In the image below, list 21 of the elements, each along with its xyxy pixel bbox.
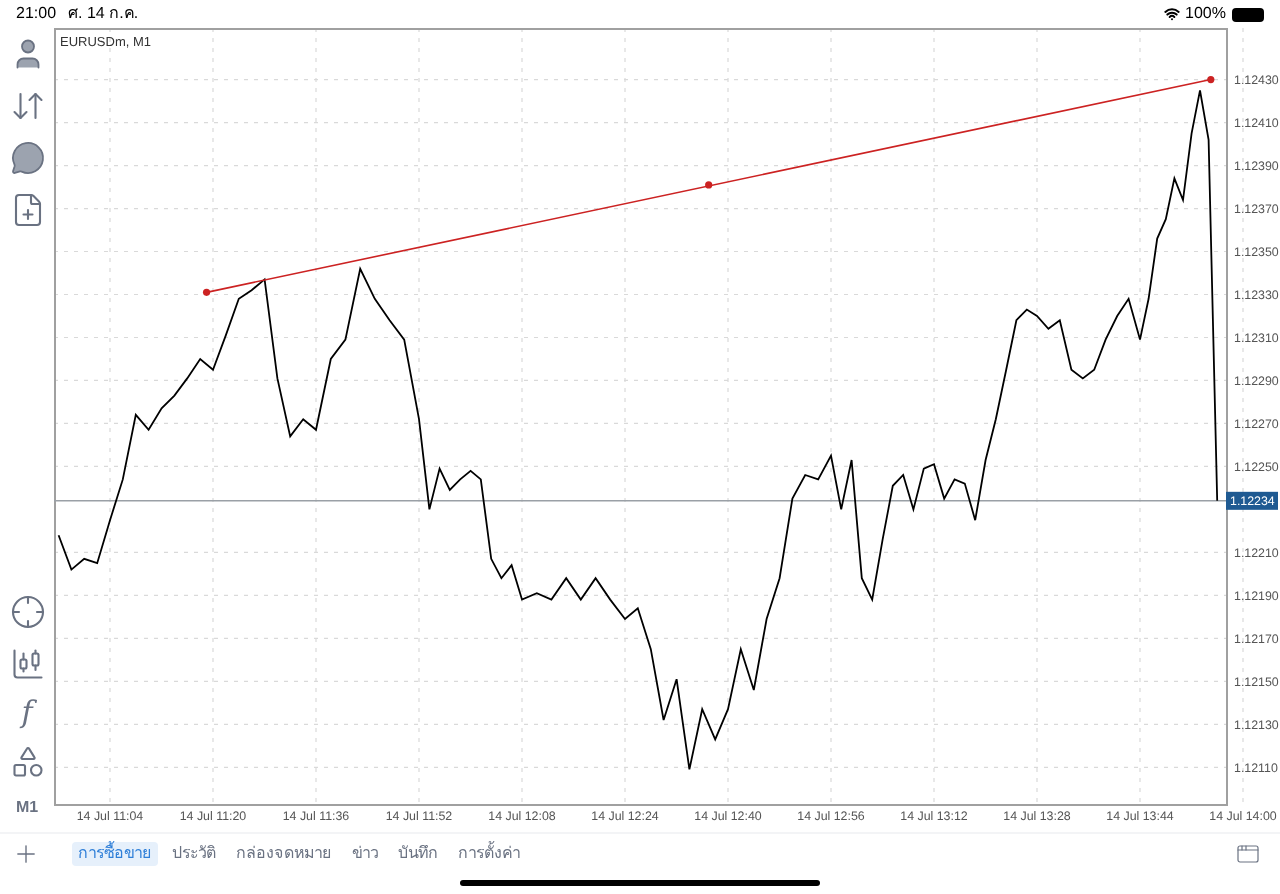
- arrows-icon[interactable]: [9, 88, 45, 124]
- bottom-tab[interactable]: การตั้งค่า: [452, 841, 526, 865]
- timeframe-label[interactable]: M1: [15, 796, 39, 820]
- function-icon[interactable]: f: [21, 698, 33, 728]
- candlestick-icon[interactable]: [9, 646, 45, 682]
- crosshair-icon[interactable]: [9, 594, 45, 630]
- bottom-tab[interactable]: กล่องจดหมาย: [230, 841, 338, 865]
- wifi-icon: [1163, 6, 1180, 22]
- bottom-tab[interactable]: การซื้อขาย: [72, 841, 158, 865]
- date-text: ศ. 14 ก.ค.: [68, 2, 139, 26]
- bottom-tab[interactable]: ประวัติ: [166, 841, 222, 865]
- bottom-tab[interactable]: ข่าว: [346, 841, 384, 865]
- windows-icon[interactable]: [1236, 841, 1260, 865]
- chat-bubble-icon[interactable]: [9, 140, 45, 176]
- add-icon[interactable]: [12, 839, 40, 867]
- bottom-tab[interactable]: บันทึก: [392, 841, 444, 865]
- document-plus-icon[interactable]: [9, 192, 45, 228]
- battery-icon: [1232, 7, 1264, 21]
- battery-percent: 100%: [1185, 2, 1226, 26]
- clock-time: 21:00: [16, 2, 57, 26]
- shapes-icon[interactable]: [9, 744, 45, 780]
